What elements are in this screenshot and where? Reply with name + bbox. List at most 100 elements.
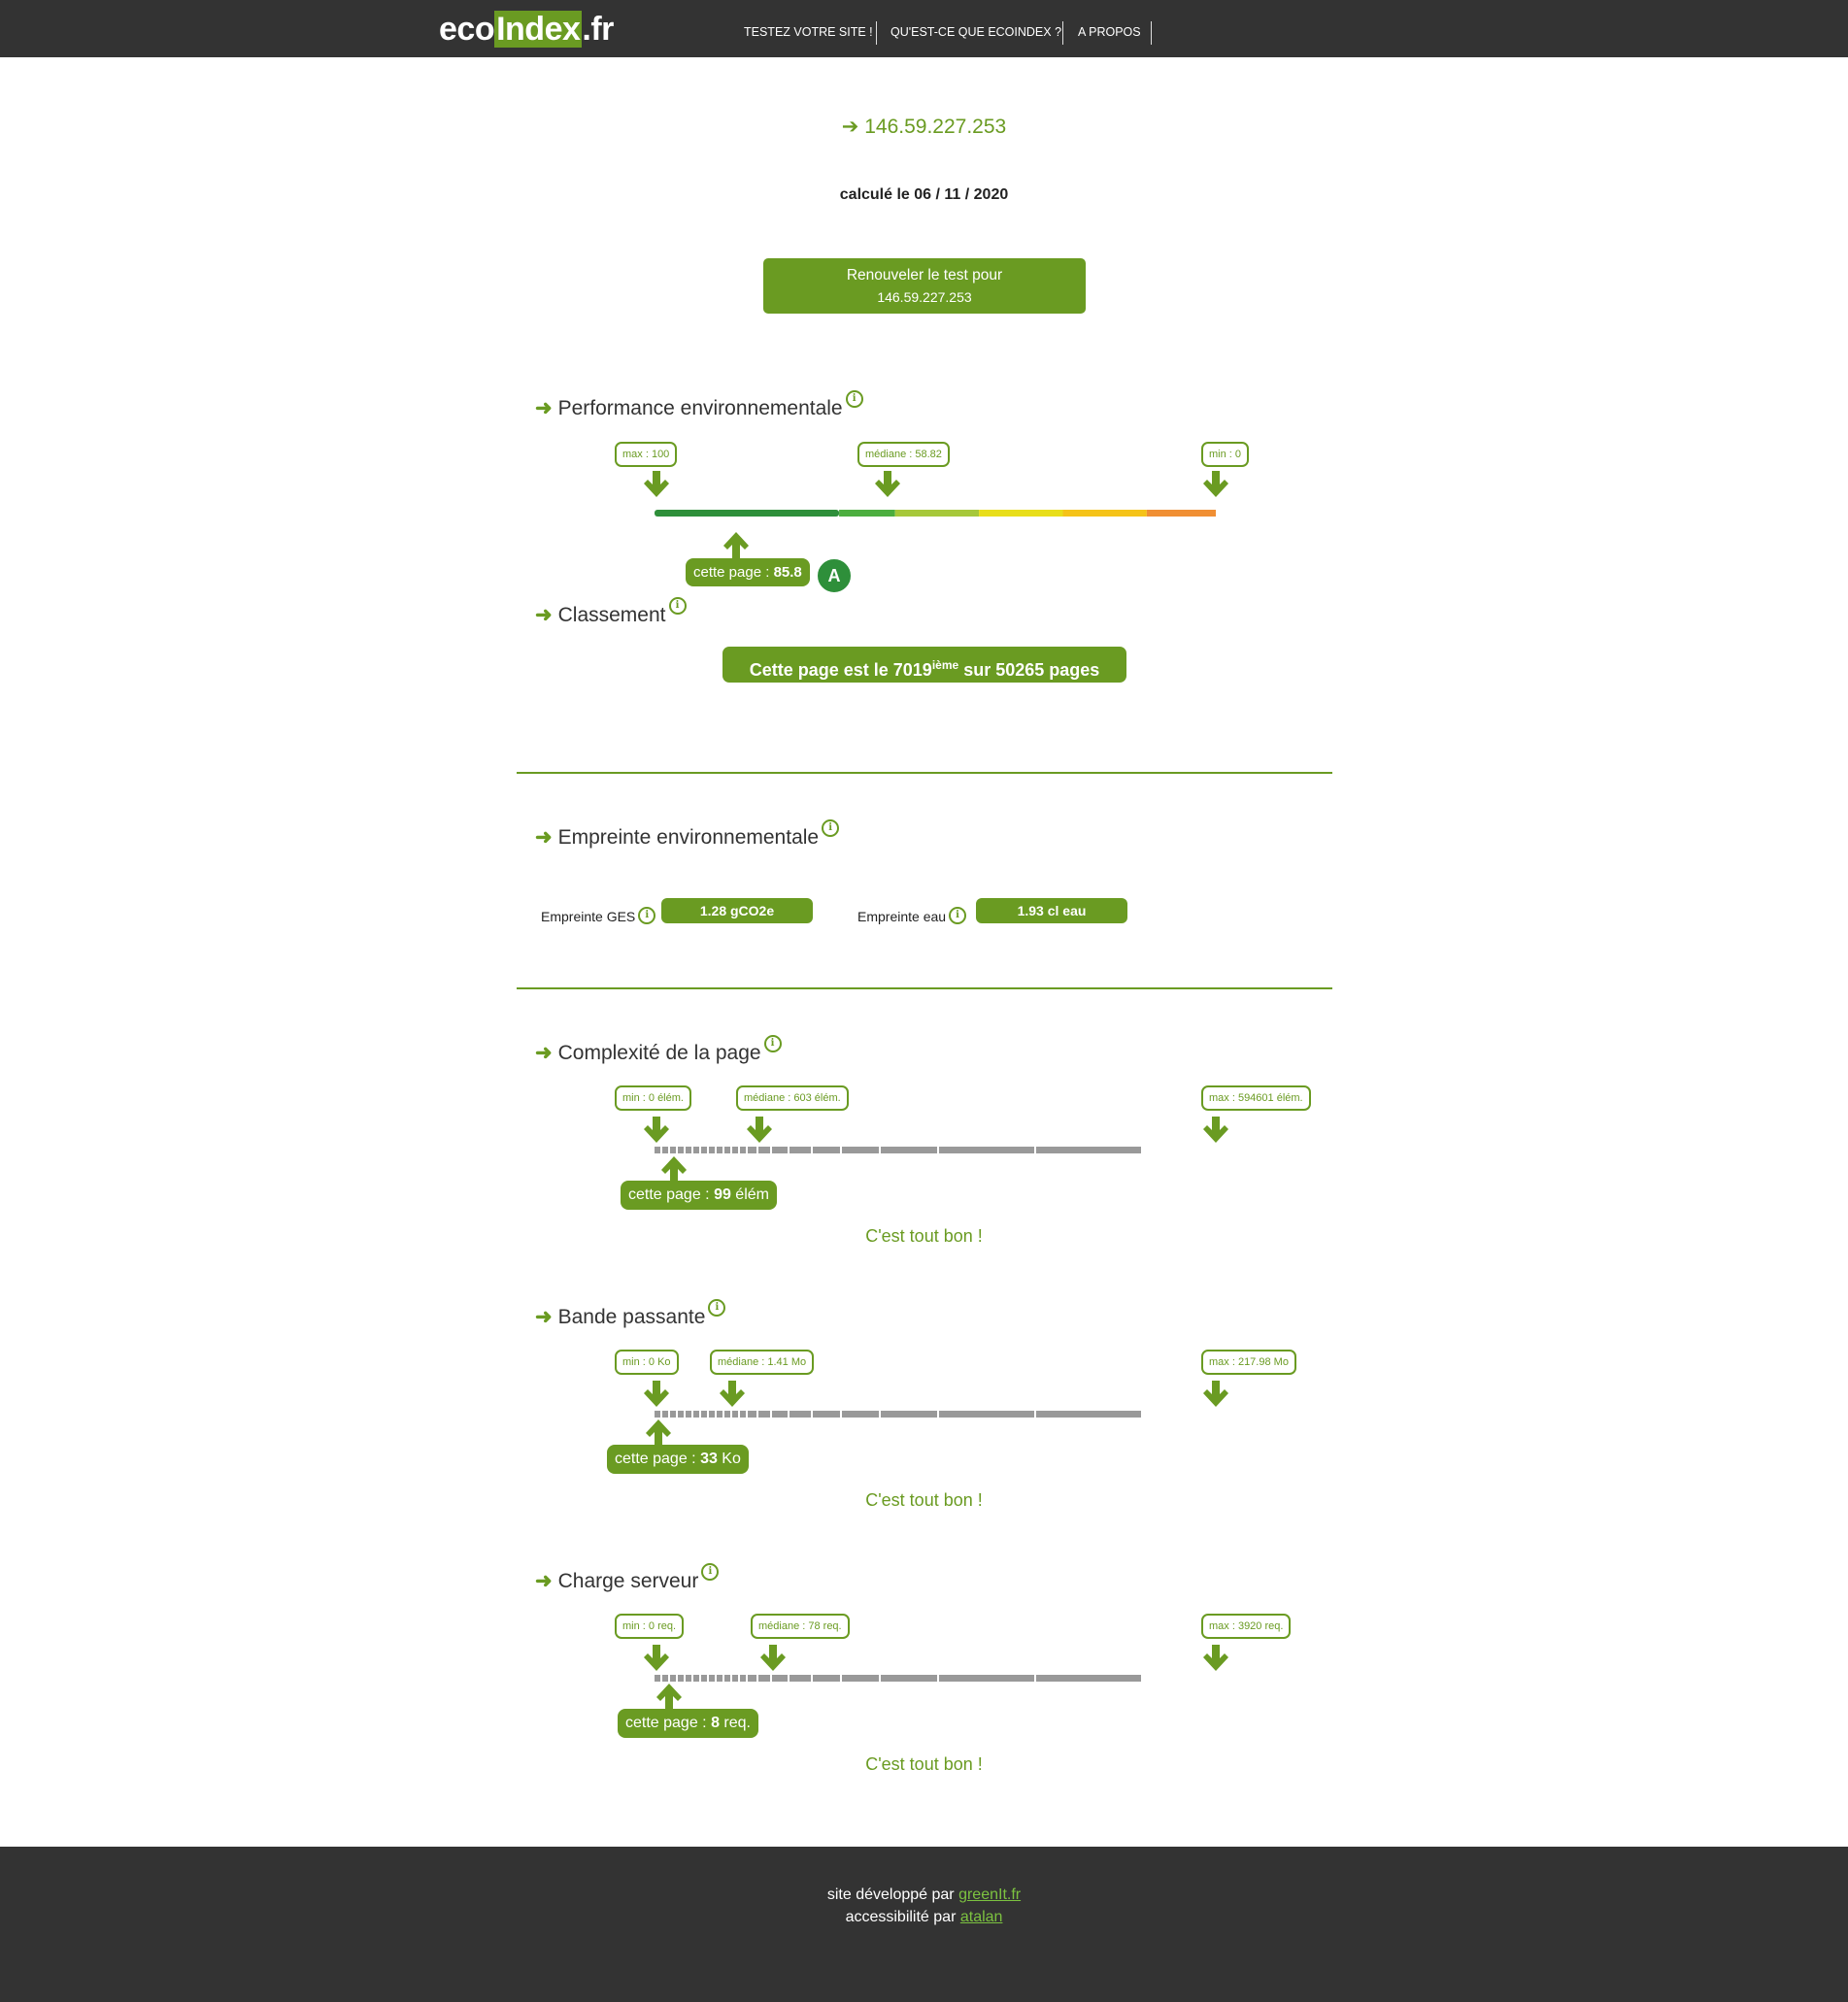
pill-label: cette page :	[693, 564, 774, 581]
scale-segment	[701, 1147, 707, 1153]
server-median-tag: médiane : 78 req.	[751, 1614, 850, 1639]
ranking-sup: ième	[931, 658, 959, 672]
scale-segment	[939, 1411, 1034, 1418]
renew-button-label: Renouveler le test pour	[846, 267, 1003, 284]
bandwidth-min-tag: min : 0 Ko	[615, 1350, 679, 1375]
scale-segment	[717, 1675, 722, 1682]
scale-segment	[740, 1675, 746, 1682]
info-icon[interactable]: i	[949, 907, 967, 924]
bandwidth-scale	[655, 1411, 1141, 1418]
arrow-down-icon	[720, 1381, 745, 1407]
ranking-text: Cette page est le 7019	[749, 660, 932, 680]
renew-test-button[interactable]: Renouveler le test pour 146.59.227.253	[763, 258, 1086, 314]
scale-segment	[678, 1147, 684, 1153]
arrow-down-icon	[747, 1117, 772, 1143]
perf-max-tag: max : 100	[615, 442, 678, 467]
ges-label-text: Empreinte GES	[541, 909, 636, 924]
section-title-text: Performance environnementale	[557, 397, 843, 419]
section-divider	[517, 987, 1332, 989]
greenit-link[interactable]: greenIt.fr	[958, 1886, 1021, 1903]
atalan-link[interactable]: atalan	[960, 1909, 1003, 1925]
scale-segment	[1146, 510, 1216, 517]
perf-this-page-pill: cette page : 85.8	[686, 558, 810, 586]
scale-segment	[758, 1147, 770, 1153]
scale-segment	[939, 1675, 1034, 1682]
pill-unit: req.	[719, 1715, 751, 1731]
server-this-page-pill: cette page : 8 req.	[618, 1709, 758, 1738]
scale-segment	[701, 1411, 707, 1418]
server-max-tag: max : 3920 req.	[1201, 1614, 1292, 1639]
nav-test-your-site[interactable]: TESTEZ VOTRE SITE !	[744, 0, 873, 57]
bandwidth-max-tag: max : 217.98 Mo	[1201, 1350, 1296, 1375]
footer-credits-dev: site développé par greenIt.fr	[0, 1886, 1848, 1904]
bandwidth-this-page-pill: cette page : 33 Ko	[607, 1445, 749, 1474]
water-footprint-label: Empreinte eau i	[857, 907, 967, 926]
scale-segment	[732, 1147, 738, 1153]
info-icon[interactable]: i	[638, 907, 656, 924]
arrow-down-icon	[875, 471, 900, 497]
scale-segment	[748, 1411, 756, 1418]
scale-segment	[894, 510, 980, 517]
ges-footprint-label: Empreinte GES i	[541, 907, 656, 926]
pill-value: 8	[711, 1715, 720, 1731]
pill-unit: élém	[730, 1186, 769, 1203]
info-icon[interactable]: i	[701, 1563, 720, 1581]
footer-text: accessibilité par	[845, 1909, 960, 1925]
complexity-median-tag: médiane : 603 élém.	[736, 1085, 849, 1111]
scale-segment	[693, 1147, 699, 1153]
arrow-down-icon	[1203, 1645, 1228, 1671]
scale-segment	[1036, 1675, 1141, 1682]
pill-label: cette page :	[615, 1451, 701, 1467]
scale-segment	[717, 1147, 722, 1153]
complexity-status: C'est tout bon !	[865, 1226, 983, 1246]
scale-segment	[842, 1675, 879, 1682]
scale-segment	[842, 1411, 879, 1418]
logo-index-text: Index	[494, 11, 583, 48]
scale-segment	[772, 1411, 788, 1418]
arrow-right-icon: ➜	[535, 1570, 553, 1592]
scale-segment	[655, 510, 840, 517]
ecoindex-logo[interactable]: ecoIndex.fr	[439, 10, 614, 49]
logo-tld-text: .fr	[582, 11, 614, 48]
arrow-right-icon: ➔	[841, 116, 859, 138]
info-icon[interactable]: i	[822, 819, 840, 837]
perf-min-tag: min : 0	[1201, 442, 1250, 467]
logo-eco-text: eco	[439, 11, 495, 48]
section-title-server: ➜ Charge serveur i	[535, 1563, 720, 1593]
nav-what-is-ecoindex[interactable]: QU'EST-CE QUE ECOINDEX ?	[890, 0, 1061, 57]
performance-color-scale	[655, 510, 1216, 517]
nav-divider	[1151, 21, 1152, 45]
arrow-down-icon	[644, 1645, 669, 1671]
scale-segment	[724, 1147, 730, 1153]
scale-segment	[790, 1411, 811, 1418]
server-scale	[655, 1675, 1141, 1682]
complexity-max-tag: max : 594601 élém.	[1201, 1085, 1311, 1111]
nav-about[interactable]: A PROPOS	[1078, 0, 1141, 57]
ranking-text-after: sur 50265 pages	[958, 660, 1100, 680]
info-icon[interactable]: i	[668, 597, 687, 615]
info-icon[interactable]: i	[763, 1035, 782, 1052]
scale-segment	[790, 1675, 811, 1682]
arrow-right-icon: ➜	[535, 826, 553, 849]
scale-segment	[724, 1411, 730, 1418]
scale-segment	[1036, 1147, 1141, 1153]
complexity-scale	[655, 1147, 1141, 1153]
pill-value: 99	[714, 1186, 731, 1203]
scale-segment	[813, 1675, 840, 1682]
scale-segment	[732, 1411, 738, 1418]
scale-segment	[813, 1411, 840, 1418]
scale-segment	[740, 1411, 746, 1418]
tested-url: ➔ 146.59.227.253	[0, 115, 1848, 139]
scale-segment	[842, 1147, 879, 1153]
scale-segment	[881, 1411, 937, 1418]
scale-segment	[979, 510, 1063, 517]
scale-segment	[813, 1147, 840, 1153]
info-icon[interactable]: i	[708, 1299, 726, 1317]
pill-label: cette page :	[628, 1186, 715, 1203]
scale-segment	[772, 1675, 788, 1682]
section-title-text: Classement	[557, 604, 666, 626]
scale-segment	[732, 1675, 738, 1682]
info-icon[interactable]: i	[845, 390, 863, 408]
scale-segment	[881, 1147, 937, 1153]
section-title-text: Charge serveur	[557, 1570, 699, 1592]
